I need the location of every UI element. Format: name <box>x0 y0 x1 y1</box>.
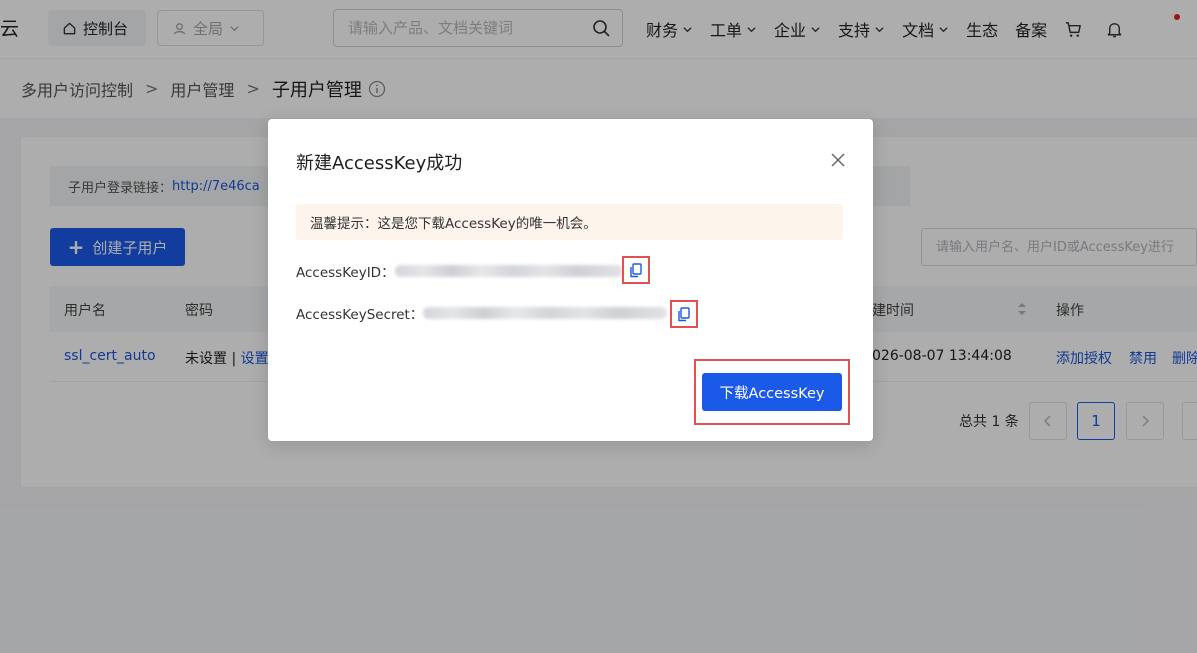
accesskey-secret-row: AccessKeySecret： <box>296 301 668 325</box>
close-icon[interactable] <box>830 152 846 168</box>
dialog-title: 新建AccessKey成功 <box>296 153 463 174</box>
copy-accesskey-secret-button[interactable] <box>670 300 698 328</box>
copy-accesskey-id-button[interactable] <box>622 256 650 284</box>
download-highlight-box: 下载AccessKey <box>694 359 850 425</box>
accesskey-id-value-redacted <box>394 265 623 277</box>
accesskey-id-label: AccessKeyID： <box>296 265 395 281</box>
warning-notice: 温馨提示：这是您下载AccessKey的唯一机会。 <box>296 204 843 240</box>
copy-icon <box>630 262 642 278</box>
accesskey-success-dialog: 新建AccessKey成功 温馨提示：这是您下载AccessKey的唯一机会。 … <box>268 119 873 441</box>
accesskey-secret-value-redacted <box>423 307 668 319</box>
copy-icon <box>678 306 690 322</box>
accesskey-id-row: AccessKeyID： <box>296 259 623 283</box>
download-accesskey-button[interactable]: 下载AccessKey <box>702 373 842 411</box>
accesskey-secret-label: AccessKeySecret： <box>296 307 424 323</box>
